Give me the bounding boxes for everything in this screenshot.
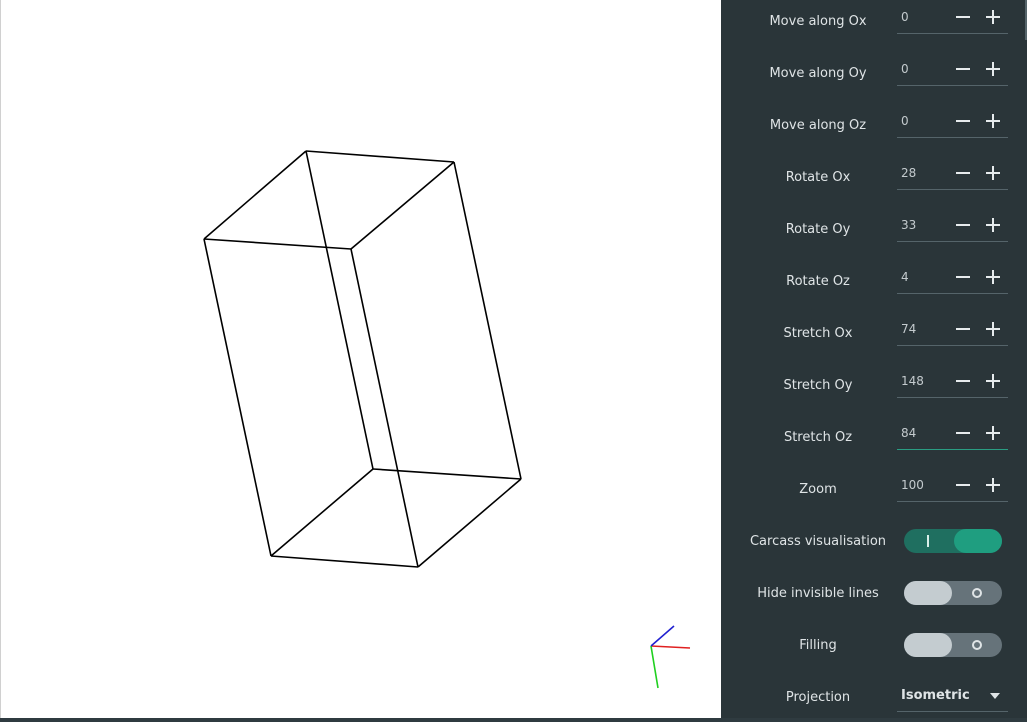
box-edge	[305, 150, 374, 470]
move-oy-increment-button[interactable]	[981, 57, 1005, 81]
move-ox-decrement-button[interactable]	[951, 5, 975, 29]
projection-label: Projection	[785, 689, 851, 705]
stretch-ox-label: Stretch Ox	[783, 325, 853, 341]
box-edge	[453, 161, 522, 480]
rotate-oy-decrement-button[interactable]	[951, 213, 975, 237]
move-oz-row: Move along Oz	[721, 99, 1027, 151]
x-axis-line	[650, 645, 691, 649]
toggle-knob	[954, 529, 1002, 553]
carcass-label: Carcass visualisation	[749, 533, 887, 549]
rotate-oz-label: Rotate Oz	[786, 273, 850, 289]
stretch-oz-decrement-button[interactable]	[951, 421, 975, 445]
box-edge	[203, 238, 272, 557]
box-edge	[270, 555, 419, 568]
rotate-oz-spinbox	[897, 263, 1008, 294]
zoom-row: Zoom	[721, 463, 1027, 515]
stretch-oy-row: Stretch Oy	[721, 359, 1027, 411]
stretch-ox-spinbox	[897, 315, 1008, 346]
rotate-oy-increment-button[interactable]	[981, 213, 1005, 237]
stretch-oz-input[interactable]	[901, 423, 951, 443]
move-oy-row: Move along Oy	[721, 47, 1027, 99]
chevron-down-icon	[990, 693, 1000, 699]
stretch-ox-decrement-button[interactable]	[951, 317, 975, 341]
toggle-knob	[904, 581, 952, 605]
hide-lines-row: Hide invisible lines	[721, 567, 1027, 619]
projection-select[interactable]: Isometric	[897, 679, 1008, 712]
box-edge	[203, 238, 352, 250]
stretch-ox-increment-button[interactable]	[981, 317, 1005, 341]
rotate-oy-row: Rotate Oy	[721, 203, 1027, 255]
rotate-oy-input[interactable]	[901, 215, 951, 235]
box-edge	[350, 248, 419, 568]
rotate-ox-increment-button[interactable]	[981, 161, 1005, 185]
stretch-ox-input[interactable]	[901, 319, 951, 339]
axis-gizmo	[650, 625, 691, 689]
rotate-ox-input[interactable]	[901, 163, 951, 183]
rotate-ox-decrement-button[interactable]	[951, 161, 975, 185]
box-edge	[350, 161, 455, 250]
control-panel: Move along Ox Move along Oy Move along O…	[721, 0, 1027, 718]
rotate-oy-label: Rotate Oy	[785, 221, 851, 237]
box-edge	[417, 478, 522, 568]
move-ox-increment-button[interactable]	[981, 5, 1005, 29]
stretch-oz-label: Stretch Oz	[783, 429, 853, 445]
rotate-oz-increment-button[interactable]	[981, 265, 1005, 289]
toggle-off-mark-icon	[972, 640, 982, 650]
box-edge	[203, 150, 307, 240]
rotate-ox-row: Rotate Ox	[721, 151, 1027, 203]
box-edge	[372, 468, 522, 480]
projection-row: Projection Isometric	[721, 671, 1027, 723]
stretch-oz-increment-button[interactable]	[981, 421, 1005, 445]
zoom-spinbox	[897, 471, 1008, 502]
rotate-oy-spinbox	[897, 211, 1008, 242]
zoom-input[interactable]	[901, 475, 951, 495]
rotate-ox-spinbox	[897, 159, 1008, 190]
viewport-canvas[interactable]	[0, 0, 720, 718]
move-ox-spinbox	[897, 3, 1008, 34]
move-oz-spinbox	[897, 107, 1008, 138]
zoom-increment-button[interactable]	[981, 473, 1005, 497]
box-edge	[270, 468, 374, 557]
filling-row: Filling	[721, 619, 1027, 671]
move-ox-row: Move along Ox	[721, 0, 1027, 47]
stretch-oy-increment-button[interactable]	[981, 369, 1005, 393]
stretch-oy-spinbox	[897, 367, 1008, 398]
toggle-off-mark-icon	[972, 588, 982, 598]
rotate-oz-input[interactable]	[901, 267, 951, 287]
zoom-label: Zoom	[799, 481, 837, 497]
hide-lines-toggle[interactable]	[904, 581, 1002, 605]
rotate-oz-decrement-button[interactable]	[951, 265, 975, 289]
move-oy-spinbox	[897, 55, 1008, 86]
move-oz-input[interactable]	[901, 111, 951, 131]
z-axis-line	[650, 625, 675, 647]
wireframe-scene	[203, 150, 691, 689]
toggle-on-mark-icon	[927, 535, 929, 547]
stretch-oz-spinbox	[897, 419, 1008, 450]
stretch-oy-label: Stretch Oy	[783, 377, 853, 393]
move-ox-label: Move along Ox	[769, 13, 867, 29]
move-oy-label: Move along Oy	[769, 65, 867, 81]
stretch-oz-row: Stretch Oz	[721, 411, 1027, 463]
move-oz-decrement-button[interactable]	[951, 109, 975, 133]
stretch-oy-decrement-button[interactable]	[951, 369, 975, 393]
carcass-toggle[interactable]	[904, 529, 1002, 553]
move-oz-label: Move along Oz	[769, 117, 867, 133]
box-edge	[305, 150, 455, 163]
move-ox-input[interactable]	[901, 7, 951, 27]
toggle-knob	[904, 633, 952, 657]
y-axis-line	[650, 645, 659, 689]
hide-lines-label: Hide invisible lines	[757, 585, 879, 601]
zoom-decrement-button[interactable]	[951, 473, 975, 497]
rotate-oz-row: Rotate Oz	[721, 255, 1027, 307]
carcass-row: Carcass visualisation	[721, 515, 1027, 567]
projection-value: Isometric	[901, 688, 970, 703]
move-oy-decrement-button[interactable]	[951, 57, 975, 81]
stretch-oy-input[interactable]	[901, 371, 951, 391]
stretch-ox-row: Stretch Ox	[721, 307, 1027, 359]
rotate-ox-label: Rotate Ox	[785, 169, 851, 185]
move-oz-increment-button[interactable]	[981, 109, 1005, 133]
filling-toggle[interactable]	[904, 633, 1002, 657]
filling-label: Filling	[799, 637, 837, 653]
move-oy-input[interactable]	[901, 59, 951, 79]
